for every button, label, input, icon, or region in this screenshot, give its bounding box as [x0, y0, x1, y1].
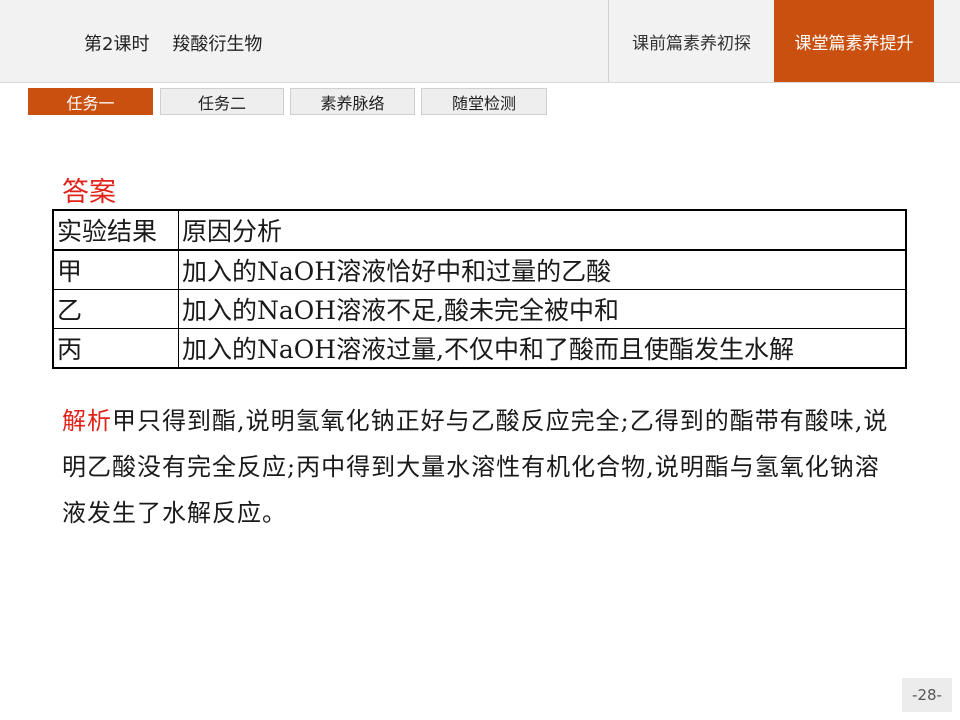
nav-inclass[interactable]: 课堂篇素养提升 [774, 0, 934, 82]
table-header-row: 实验结果 原因分析 [52, 209, 907, 251]
cell-analysis: 加入的NaOH溶液过量,不仅中和了酸而且使酯发生水解 [178, 328, 907, 369]
cell-analysis: 加入的NaOH溶液恰好中和过量的乙酸 [178, 249, 907, 290]
lesson-title: 第2课时 羧酸衍生物 [84, 34, 263, 55]
table-row: 甲 加入的NaOH溶液恰好中和过量的乙酸 [52, 249, 907, 290]
analysis-text: 甲只得到酯,说明氢氧化钠正好与乙酸反应完全;乙得到的酯带有酸味,说明乙酸没有完全… [62, 407, 889, 527]
nav-preclass[interactable]: 课前篇素养初探 [608, 0, 774, 82]
table-row: 丙 加入的NaOH溶液过量,不仅中和了酸而且使酯发生水解 [52, 328, 907, 369]
cell-result: 甲 [52, 249, 179, 290]
cell-result: 乙 [52, 289, 179, 329]
table-row: 乙 加入的NaOH溶液不足,酸未完全被中和 [52, 289, 907, 329]
header-bar: 第2课时 羧酸衍生物 课前篇素养初探 课堂篇素养提升 [0, 0, 960, 83]
tab-quiz[interactable]: 随堂检测 [421, 88, 547, 115]
analysis-paragraph: 解析甲只得到酯,说明氢氧化钠正好与乙酸反应完全;乙得到的酯带有酸味,说明乙酸没有… [62, 398, 892, 536]
analysis-label: 解析 [62, 407, 112, 435]
cell-analysis: 加入的NaOH溶液不足,酸未完全被中和 [178, 289, 907, 329]
tab-task-2[interactable]: 任务二 [160, 88, 284, 115]
answer-label: 答案 [62, 177, 116, 208]
header-cause-analysis: 原因分析 [178, 209, 907, 251]
tab-literacy-outline[interactable]: 素养脉络 [290, 88, 415, 115]
header-experiment-result: 实验结果 [52, 209, 179, 251]
tab-task-1[interactable]: 任务一 [28, 88, 153, 115]
cell-result: 丙 [52, 328, 179, 369]
page-number: -28- [902, 678, 952, 712]
answer-table: 实验结果 原因分析 甲 加入的NaOH溶液恰好中和过量的乙酸 乙 加入的NaOH… [52, 209, 907, 369]
